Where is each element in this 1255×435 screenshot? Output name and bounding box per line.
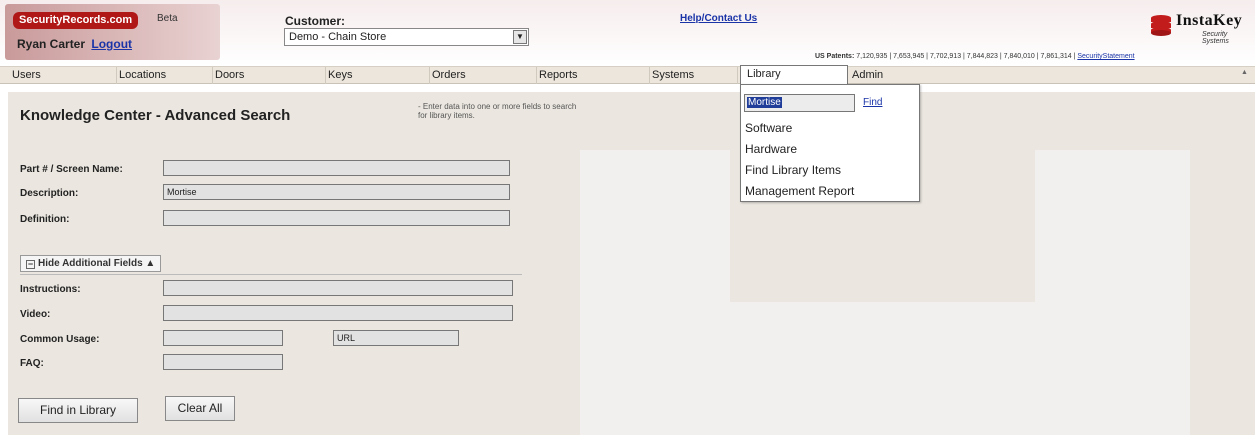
instructions-label: Instructions: (20, 284, 81, 295)
part-screen-name-field[interactable] (163, 160, 510, 176)
faq-label: FAQ: (20, 358, 44, 369)
nav-users[interactable]: Users (10, 67, 117, 84)
menu-item-find-library-items[interactable]: Find Library Items (745, 163, 841, 177)
site-logo[interactable]: SecurityRecords.com (13, 12, 139, 29)
common-usage-field[interactable] (163, 330, 283, 346)
common-usage-label: Common Usage: (20, 334, 100, 345)
nav-keys[interactable]: Keys (326, 67, 430, 84)
nav-reports[interactable]: Reports (537, 67, 650, 84)
chevron-down-icon[interactable]: ▼ (513, 30, 527, 44)
customer-select[interactable]: Demo - Chain Store ▼ (284, 28, 529, 46)
account-panel: SecurityRecords.com Beta Ryan Carter Log… (5, 4, 220, 60)
help-contact-link[interactable]: Help/Contact Us (680, 13, 757, 24)
logout-link[interactable]: Logout (91, 37, 132, 51)
faq-field[interactable] (163, 354, 283, 370)
instructions-field[interactable] (163, 280, 513, 296)
video-label: Video: (20, 309, 51, 320)
content-panel (580, 92, 730, 150)
user-line: Ryan Carter Logout (17, 37, 132, 51)
collapse-icon: − (26, 259, 35, 269)
instakey-mark-icon (1151, 15, 1171, 36)
description-field[interactable]: Mortise (163, 184, 510, 200)
instakey-logo: InstaKey Security Systems (1146, 10, 1248, 45)
library-search-value: Mortise (747, 97, 782, 108)
section-divider (20, 274, 522, 275)
customer-value: Demo - Chain Store (289, 31, 387, 43)
library-dropdown-menu: Mortise Find Software Hardware Find Libr… (740, 84, 920, 202)
page-title: Knowledge Center - Advanced Search (20, 107, 291, 124)
header: SecurityRecords.com Beta Ryan Carter Log… (0, 0, 1255, 66)
definition-label: Definition: (20, 214, 70, 225)
url-field[interactable]: URL (333, 330, 459, 346)
nav-orders[interactable]: Orders (430, 67, 537, 84)
toggle-label: Hide Additional Fields (38, 258, 143, 269)
beta-label: Beta (157, 13, 178, 24)
hide-additional-fields-toggle[interactable]: − Hide Additional Fields ▲ (20, 255, 162, 272)
content-panel (1190, 92, 1255, 435)
find-in-library-button[interactable]: Find in Library (18, 398, 138, 423)
patents-list: 7,120,935 | 7,653,945 | 7,702,913 | 7,84… (856, 53, 1072, 60)
search-hint: - Enter data into one or more fields to … (418, 102, 577, 120)
video-field[interactable] (163, 305, 513, 321)
customer-label: Customer: (285, 14, 346, 28)
brand-sub: Security Systems (1202, 31, 1229, 45)
security-statement-link[interactable]: SecurityStatement (1077, 53, 1134, 60)
content-panel (730, 302, 1035, 435)
content-panel (1035, 92, 1190, 150)
content-panel (1035, 150, 1190, 435)
patents-label: US Patents: (815, 53, 855, 60)
library-search-input[interactable]: Mortise (744, 94, 855, 112)
nav-locations[interactable]: Locations (117, 67, 213, 84)
caret-up-icon: ▲ (145, 258, 156, 269)
nav-doors[interactable]: Doors (213, 67, 326, 84)
clear-all-button[interactable]: Clear All (165, 396, 235, 421)
menu-item-hardware[interactable]: Hardware (745, 142, 797, 156)
nav-systems[interactable]: Systems (650, 67, 738, 84)
content-panel (580, 150, 730, 435)
main-nav: Users Locations Doors Keys Orders Report… (0, 65, 1255, 87)
nav-scroll-icon[interactable]: ▲ (1241, 69, 1248, 76)
main-content: Knowledge Center - Advanced Search - Ent… (0, 84, 1255, 435)
brand-name: InstaKey (1176, 12, 1243, 29)
description-label: Description: (20, 188, 79, 199)
menu-item-management-report[interactable]: Management Report (745, 184, 854, 198)
part-label: Part # / Screen Name: (20, 164, 123, 175)
patents-line: US Patents: 7,120,935 | 7,653,945 | 7,70… (815, 53, 1135, 60)
advanced-search-panel: Knowledge Center - Advanced Search - Ent… (8, 92, 580, 435)
menu-item-software[interactable]: Software (745, 121, 792, 135)
library-find-link[interactable]: Find (863, 97, 882, 108)
definition-field[interactable] (163, 210, 510, 226)
user-name: Ryan Carter (17, 37, 86, 51)
nav-admin[interactable]: Admin (850, 67, 1241, 84)
